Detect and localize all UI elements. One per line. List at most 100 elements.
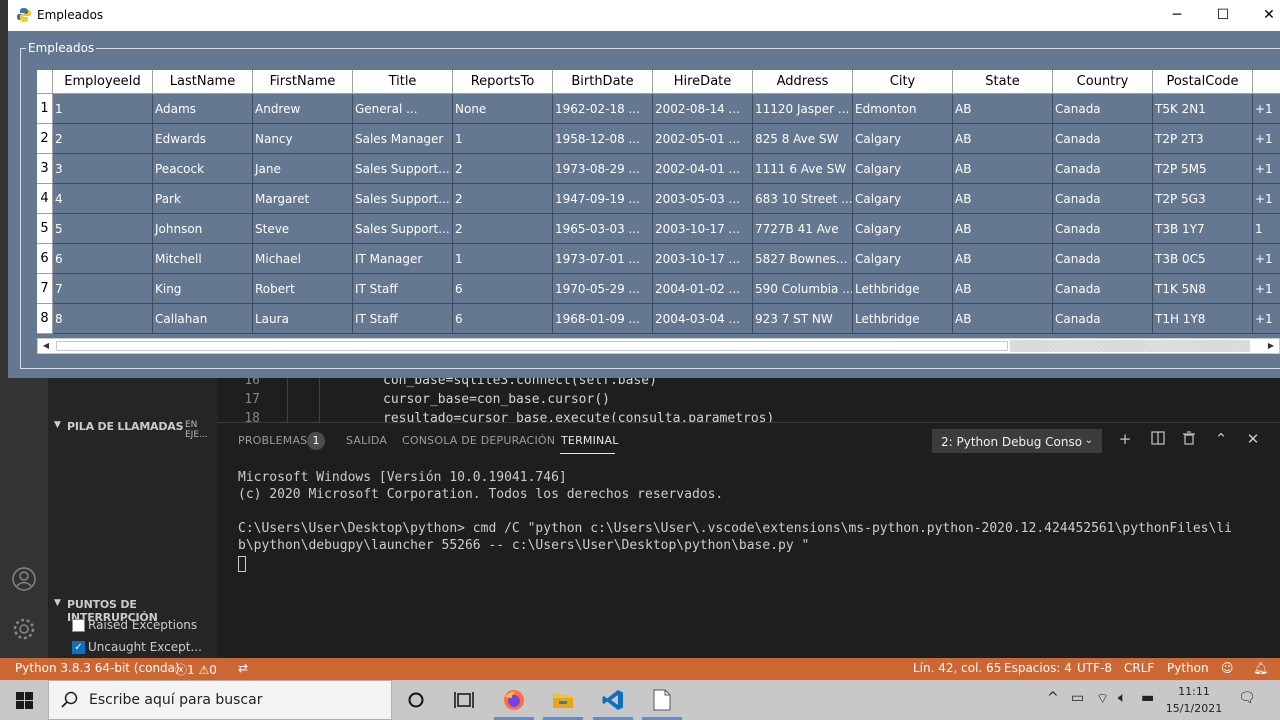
gear-icon[interactable]: [12, 617, 36, 641]
table-cell[interactable]: +1: [1253, 94, 1280, 124]
table-cell[interactable]: +1: [1253, 304, 1280, 334]
split-icon[interactable]: [1150, 431, 1166, 447]
breakpoints-section-header[interactable]: ▼ PUNTOS DE INTERRUPCIÓN: [48, 595, 218, 624]
scroll-left-arrow[interactable]: ◀: [39, 340, 53, 352]
table-cell[interactable]: Canada: [1053, 94, 1153, 124]
column-header[interactable]: HireDate: [653, 70, 753, 94]
language-mode[interactable]: Python: [1167, 661, 1209, 675]
live-share-icon[interactable]: ⇄: [238, 661, 248, 675]
column-header[interactable]: BirthDate: [553, 70, 653, 94]
column-header[interactable]: City: [853, 70, 953, 94]
table-cell[interactable]: AB: [953, 154, 1053, 184]
table-cell[interactable]: Johnson: [153, 214, 253, 244]
table-cell[interactable]: IT Staff: [353, 304, 453, 334]
table-cell[interactable]: Calgary: [853, 124, 953, 154]
table-cell[interactable]: 1111 6 Ave SW: [753, 154, 853, 184]
table-cell[interactable]: Canada: [1053, 184, 1153, 214]
callstack-section-header[interactable]: ▼ PILA DE LLAMADAS EN EJE...: [48, 417, 218, 440]
table-cell[interactable]: 2003-10-17 ...: [653, 244, 753, 274]
table-cell[interactable]: 1965-03-03 ...: [553, 214, 653, 244]
volume-icon[interactable]: 🔈︎: [1118, 690, 1126, 706]
table-cell[interactable]: 1: [453, 244, 553, 274]
table-cell[interactable]: +1: [1253, 244, 1280, 274]
table-cell[interactable]: Lethbridge: [853, 274, 953, 304]
chevron-up-icon[interactable]: ^: [1047, 690, 1059, 706]
table-cell[interactable]: 2003-10-17 ...: [653, 214, 753, 244]
column-header[interactable]: FirstName: [253, 70, 353, 94]
file-explorer-button[interactable]: [539, 680, 587, 720]
table-cell[interactable]: +1: [1253, 124, 1280, 154]
table-cell[interactable]: Calgary: [853, 154, 953, 184]
table-cell[interactable]: T2P 5M5: [1153, 154, 1253, 184]
vscode-button[interactable]: [589, 680, 637, 720]
table-cell[interactable]: 1973-07-01 ...: [553, 244, 653, 274]
table-cell[interactable]: Sales Support...: [353, 214, 453, 244]
table-cell[interactable]: Edmonton: [853, 94, 953, 124]
table-cell[interactable]: Robert: [253, 274, 353, 304]
table-cell[interactable]: 11120 Jasper ...: [753, 94, 853, 124]
tab-problems[interactable]: PROBLEMAS: [238, 434, 307, 447]
python-interpreter[interactable]: Python 3.8.3 64-bit (conda): [15, 661, 180, 675]
table-cell[interactable]: 6: [453, 274, 553, 304]
table-cell[interactable]: +1: [1253, 274, 1280, 304]
table-cell[interactable]: Peacock: [153, 154, 253, 184]
table-cell[interactable]: Sales Support...: [353, 184, 453, 214]
tab-debug-console[interactable]: CONSOLA DE DEPURACIÓN: [402, 434, 555, 447]
table-cell[interactable]: Calgary: [853, 244, 953, 274]
table-cell[interactable]: Margaret: [253, 184, 353, 214]
table-cell[interactable]: Steve: [253, 214, 353, 244]
firefox-button[interactable]: [490, 680, 538, 720]
table-cell[interactable]: 1947-09-19 ...: [553, 184, 653, 214]
column-header[interactable]: State: [953, 70, 1053, 94]
table-cell[interactable]: 1970-05-29 ...: [553, 274, 653, 304]
plus-icon[interactable]: +: [1117, 431, 1133, 447]
column-header[interactable]: [1253, 70, 1280, 94]
table-cell[interactable]: None: [453, 94, 553, 124]
table-cell[interactable]: 590 Columbia ...: [753, 274, 853, 304]
table-cell[interactable]: 1973-08-29 ...: [553, 154, 653, 184]
table-cell[interactable]: +1: [1253, 154, 1280, 184]
table-cell[interactable]: Adams: [153, 94, 253, 124]
table-cell[interactable]: Mitchell: [153, 244, 253, 274]
column-header[interactable]: Address: [753, 70, 853, 94]
table-cell[interactable]: AB: [953, 94, 1053, 124]
encoding[interactable]: UTF-8: [1077, 661, 1112, 675]
table-cell[interactable]: Callahan: [153, 304, 253, 334]
table-cell[interactable]: 2: [453, 154, 553, 184]
column-header[interactable]: ReportsTo: [453, 70, 553, 94]
table-cell[interactable]: 2004-03-04 ...: [653, 304, 753, 334]
table-cell[interactable]: Calgary: [853, 184, 953, 214]
table-cell[interactable]: 3: [53, 154, 153, 184]
table-cell[interactable]: T1K 5N8: [1153, 274, 1253, 304]
column-header[interactable]: PostalCode: [1153, 70, 1253, 94]
start-button[interactable]: [0, 680, 48, 720]
task-view-button[interactable]: [440, 680, 488, 720]
table-cell[interactable]: AB: [953, 244, 1053, 274]
breakpoint-uncaught-exceptions[interactable]: ✓ Uncaught Except...: [72, 638, 218, 658]
trash-icon[interactable]: [1181, 431, 1197, 447]
close-icon[interactable]: ✕: [1245, 431, 1261, 447]
minimize-button[interactable]: ─: [1154, 0, 1200, 31]
column-header[interactable]: Country: [1053, 70, 1153, 94]
maximize-button[interactable]: ☐: [1200, 0, 1246, 31]
scrollbar-thumb[interactable]: [1010, 340, 1250, 352]
table-cell[interactable]: 1958-12-08 ...: [553, 124, 653, 154]
table-cell[interactable]: Park: [153, 184, 253, 214]
table-cell[interactable]: Lethbridge: [853, 304, 953, 334]
table-cell[interactable]: 2: [453, 214, 553, 244]
table-cell[interactable]: +1: [1253, 184, 1280, 214]
terminal-select[interactable]: 2: Python Debug Conso ⌄: [932, 429, 1102, 453]
table-cell[interactable]: T5K 2N1: [1153, 94, 1253, 124]
horizontal-scrollbar[interactable]: ◀ ▶: [37, 338, 1280, 354]
feedback-icon[interactable]: ☺: [1221, 661, 1234, 675]
window-titlebar[interactable]: Empleados ─ ☐ ✕: [8, 0, 1280, 31]
chevron-up-icon[interactable]: ⌃: [1213, 431, 1229, 447]
table-cell[interactable]: 2003-05-03 ...: [653, 184, 753, 214]
breakpoint-raised-exceptions[interactable]: Raised Exceptions: [72, 616, 218, 636]
table-cell[interactable]: T1H 1Y8: [1153, 304, 1253, 334]
table-cell[interactable]: King: [153, 274, 253, 304]
notifications-icon[interactable]: 🗨︎: [1238, 690, 1256, 706]
table-cell[interactable]: T3B 1Y7: [1153, 214, 1253, 244]
tab-output[interactable]: SALIDA: [346, 434, 387, 447]
table-cell[interactable]: 2004-01-02 ...: [653, 274, 753, 304]
